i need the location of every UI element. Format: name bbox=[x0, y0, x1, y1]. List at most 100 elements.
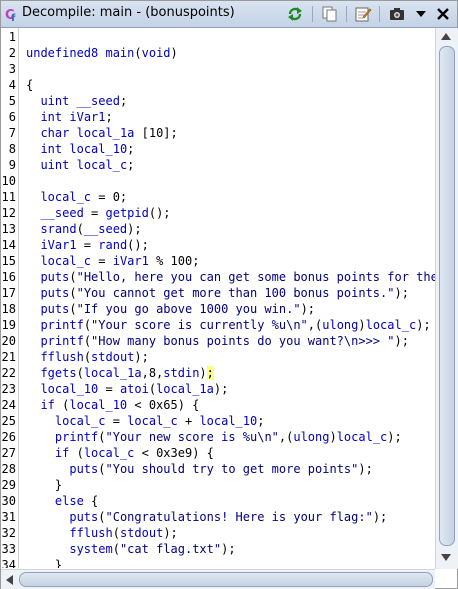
code-text: srand(__seed); bbox=[40, 222, 142, 236]
code-text: system("cat flag.txt"); bbox=[69, 542, 236, 556]
code-line[interactable]: 1 bbox=[1, 29, 435, 45]
line-number: 24 bbox=[1, 398, 16, 412]
code-line[interactable]: 17 puts("You cannot get more than 100 bo… bbox=[1, 285, 435, 301]
code-text: } bbox=[26, 478, 63, 492]
code-line[interactable]: 26 printf("Your new score is %u\n",(ulon… bbox=[1, 429, 435, 445]
code-text: uint __seed; bbox=[40, 94, 128, 108]
code-line[interactable]: 7 char local_1a [10]; bbox=[1, 125, 435, 141]
code-line[interactable]: 32 fflush(stdout); bbox=[1, 525, 435, 541]
title-bar: C f Decompile: main - (bonuspoints) bbox=[1, 1, 457, 28]
vertical-scroll-thumb[interactable] bbox=[439, 46, 455, 546]
code-line[interactable]: 8 int local_10; bbox=[1, 141, 435, 157]
code-line[interactable]: 4{ bbox=[1, 77, 435, 93]
close-icon[interactable] bbox=[434, 5, 452, 23]
line-number: 10 bbox=[1, 174, 16, 188]
line-number: 13 bbox=[1, 222, 16, 236]
refresh-icon[interactable] bbox=[286, 5, 304, 23]
code-text: } bbox=[26, 558, 63, 568]
code-line[interactable]: 18 puts("If you go above 1000 you win.")… bbox=[1, 301, 435, 317]
line-number: 21 bbox=[1, 350, 16, 364]
code-line[interactable]: 28 puts("You should try to get more poin… bbox=[1, 461, 435, 477]
code-line[interactable]: 27 if (local_c < 0x3e9) { bbox=[1, 445, 435, 461]
code-text: if (local_c < 0x3e9) { bbox=[54, 446, 214, 460]
code-text: puts("Hello, here you can get some bonus… bbox=[40, 270, 435, 284]
code-text: local_10 = atoi(local_1a); bbox=[40, 382, 229, 396]
line-number: 22 bbox=[1, 366, 16, 380]
code-line[interactable]: 10 bbox=[1, 173, 435, 189]
line-number: 27 bbox=[1, 446, 16, 460]
line-number: 25 bbox=[1, 414, 16, 428]
code-line[interactable]: 21 fflush(stdout); bbox=[1, 349, 435, 365]
line-number: 30 bbox=[1, 494, 16, 508]
menu-down-icon[interactable] bbox=[412, 5, 430, 23]
line-number: 7 bbox=[8, 126, 16, 140]
code-line[interactable]: 25 local_c = local_c + local_10; bbox=[1, 413, 435, 429]
line-number: 11 bbox=[1, 190, 16, 204]
line-number: 28 bbox=[1, 462, 16, 476]
code-line[interactable]: 33 system("cat flag.txt"); bbox=[1, 541, 435, 557]
code-text: puts("You cannot get more than 100 bonus… bbox=[40, 286, 409, 300]
line-number: 8 bbox=[8, 142, 16, 156]
line-number: 19 bbox=[1, 318, 16, 332]
code-line[interactable]: 2 undefined8 main(void) bbox=[1, 45, 435, 61]
line-number: 6 bbox=[8, 110, 16, 124]
code-line[interactable]: 24 if (local_10 < 0x65) { bbox=[1, 397, 435, 413]
line-number: 32 bbox=[1, 526, 16, 540]
code-text: local_c = 0; bbox=[40, 190, 128, 204]
code-line[interactable]: 5 uint __seed; bbox=[1, 93, 435, 109]
line-number: 17 bbox=[1, 286, 16, 300]
code-line[interactable]: 29 } bbox=[1, 477, 435, 493]
line-number: 33 bbox=[1, 542, 16, 556]
code-text: puts("You should try to get more points"… bbox=[69, 462, 373, 476]
vertical-scrollbar[interactable] bbox=[435, 28, 458, 569]
code-line[interactable]: 30 else { bbox=[1, 493, 435, 509]
code-line[interactable]: 31 puts("Congratulations! Here is your f… bbox=[1, 509, 435, 525]
snapshot-icon[interactable] bbox=[388, 5, 406, 23]
code-text: fflush(stdout); bbox=[69, 526, 178, 540]
code-line[interactable]: 15 local_c = iVar1 % 100; bbox=[1, 253, 435, 269]
scroll-down-icon[interactable] bbox=[441, 554, 451, 562]
code-text: local_c = iVar1 % 100; bbox=[40, 254, 200, 268]
line-number: 4 bbox=[8, 78, 16, 92]
line-number: 14 bbox=[1, 238, 16, 252]
line-number: 9 bbox=[8, 158, 16, 172]
code-listing[interactable]: 1 2 undefined8 main(void) 3 4{5 uint __seed;… bbox=[1, 28, 435, 568]
code-line[interactable]: 22 fgets(local_1a,8,stdin); bbox=[1, 365, 435, 381]
code-text: iVar1 = rand(); bbox=[40, 238, 149, 252]
code-text: puts("If you go above 1000 you win."); bbox=[40, 302, 316, 316]
code-line[interactable]: 6 int iVar1; bbox=[1, 109, 435, 125]
svg-text:f: f bbox=[11, 13, 16, 22]
code-text: printf("Your score is currently %u\n",(u… bbox=[40, 318, 431, 332]
code-line[interactable]: 12 __seed = getpid(); bbox=[1, 205, 435, 221]
copy-icon[interactable] bbox=[321, 5, 339, 23]
code-text: uint local_c; bbox=[40, 158, 135, 172]
code-line[interactable]: 19 printf("Your score is currently %u\n"… bbox=[1, 317, 435, 333]
code-line[interactable]: 23 local_10 = atoi(local_1a); bbox=[1, 381, 435, 397]
code-line[interactable]: 14 iVar1 = rand(); bbox=[1, 237, 435, 253]
line-number: 16 bbox=[1, 270, 16, 284]
code-line[interactable]: 16 puts("Hello, here you can get some bo… bbox=[1, 269, 435, 285]
edit-icon[interactable] bbox=[354, 5, 372, 23]
code-text: if (local_10 < 0x65) { bbox=[40, 398, 200, 412]
code-line[interactable]: 34 } bbox=[1, 557, 435, 568]
scroll-up-icon[interactable] bbox=[441, 32, 451, 40]
line-number: 2 bbox=[8, 46, 16, 60]
code-line[interactable]: 9 uint local_c; bbox=[1, 157, 435, 173]
line-number: 5 bbox=[8, 94, 16, 108]
horizontal-scrollbar[interactable] bbox=[1, 569, 435, 589]
code-line[interactable]: 3 bbox=[1, 61, 435, 77]
code-line[interactable]: 13 srand(__seed); bbox=[1, 221, 435, 237]
code-text: fgets(local_1a,8,stdin); bbox=[40, 366, 214, 380]
horizontal-scroll-thumb[interactable] bbox=[19, 572, 433, 587]
code-line[interactable]: 11 local_c = 0; bbox=[1, 189, 435, 205]
decompile-icon: C f bbox=[5, 8, 16, 22]
code-text: else { bbox=[54, 494, 99, 508]
scroll-left-icon[interactable] bbox=[5, 575, 13, 585]
code-line[interactable]: 20 printf("How many bonus points do you … bbox=[1, 333, 435, 349]
code-text: printf("How many bonus points do you wan… bbox=[40, 334, 409, 348]
code-text: char local_1a [10]; bbox=[40, 126, 178, 140]
code-text: local_c = local_c + local_10; bbox=[54, 414, 265, 428]
line-number: 1 bbox=[8, 30, 16, 44]
line-number: 18 bbox=[1, 302, 16, 316]
decompiler-window: C f Decompile: main - (bonuspoints) 1 2 … bbox=[0, 0, 458, 589]
